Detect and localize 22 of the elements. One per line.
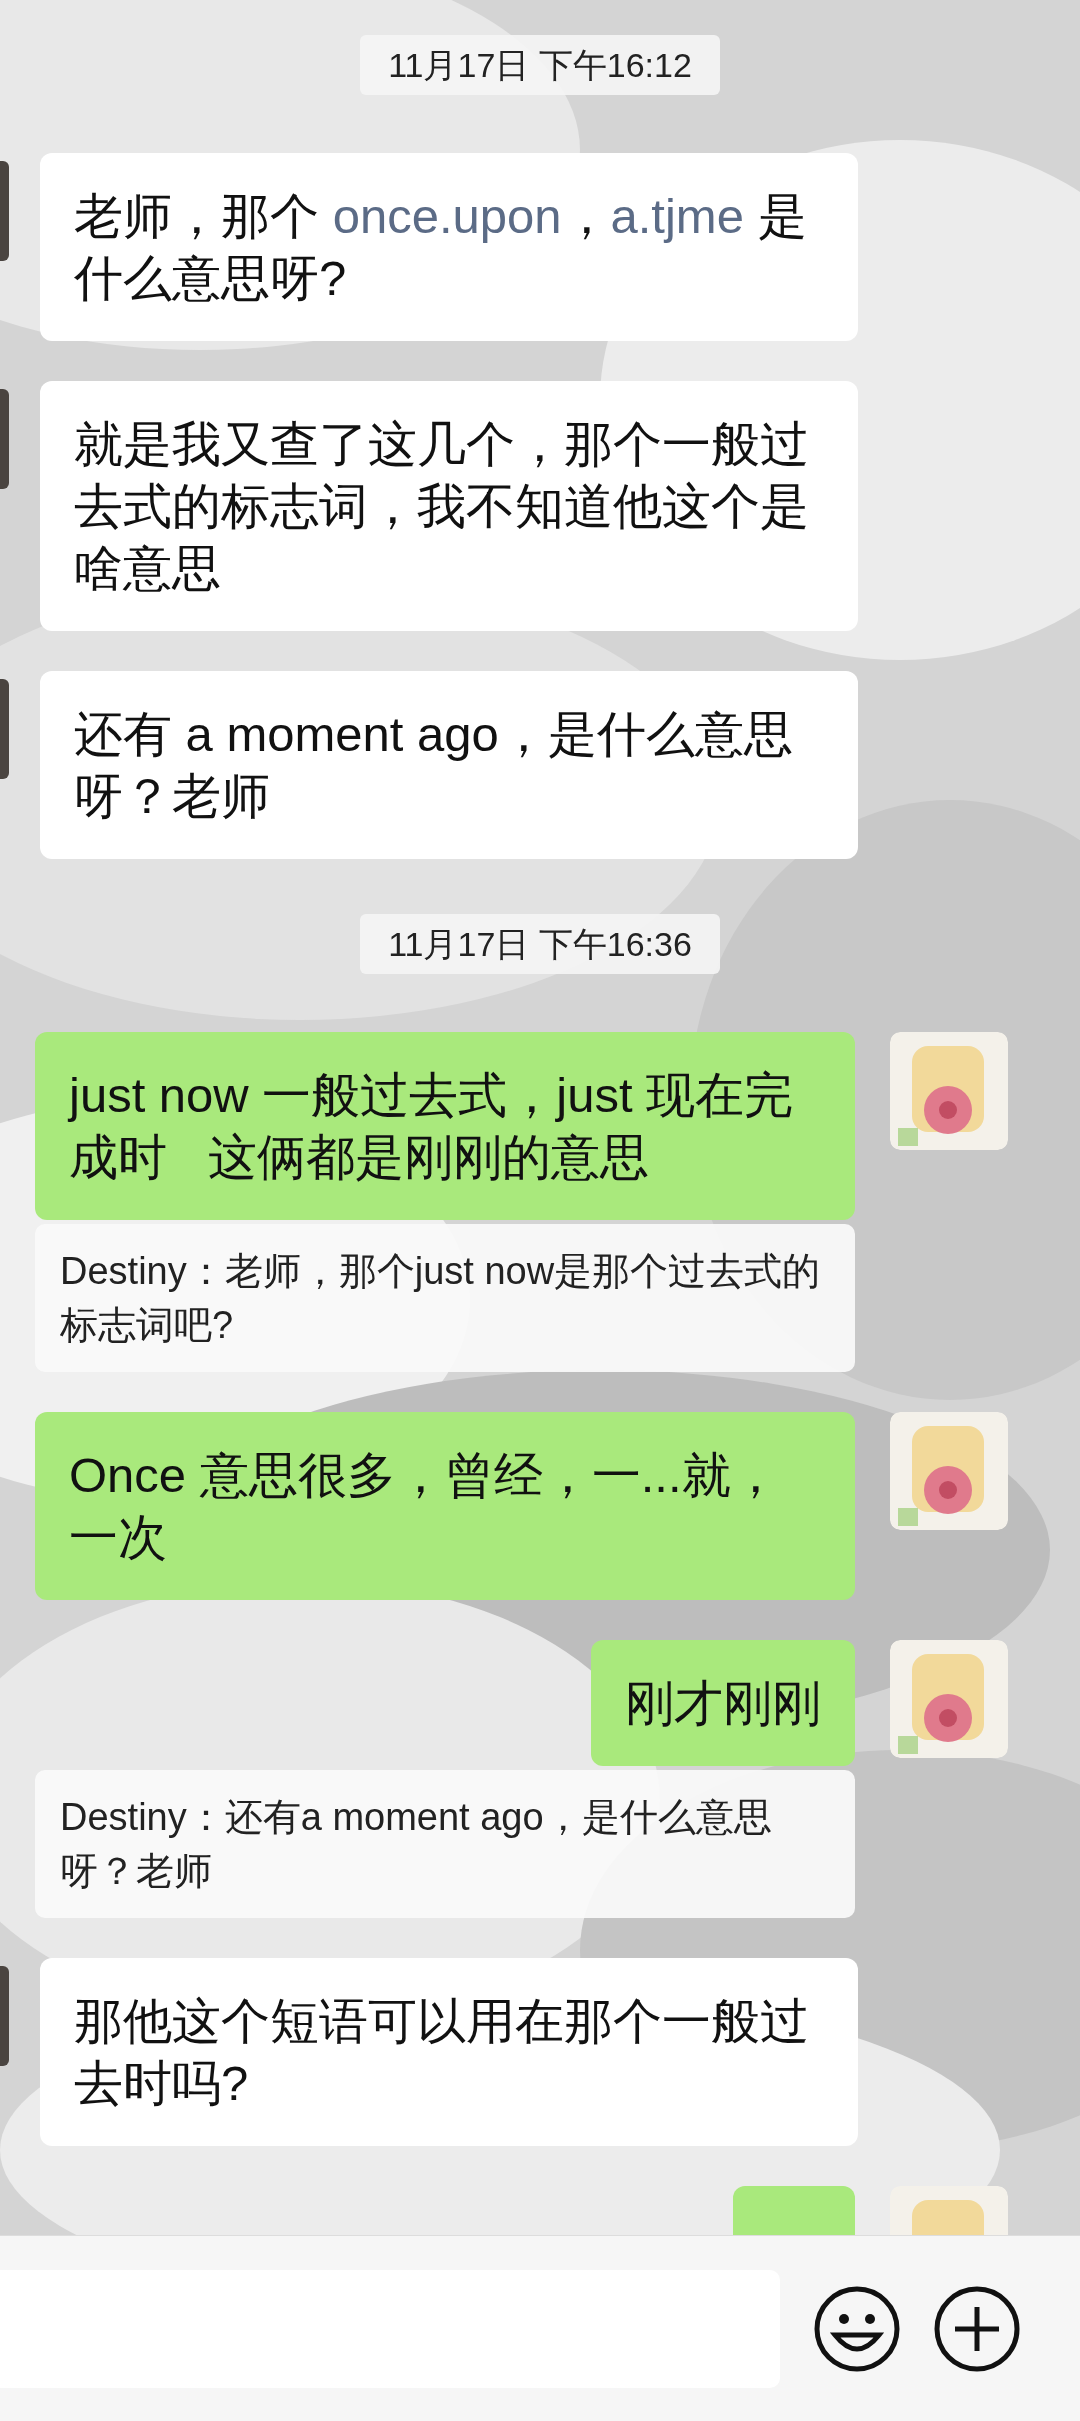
message-bubble: Once 意思很多，曾经，一...就，一次 — [35, 1412, 855, 1600]
avatar[interactable] — [0, 389, 9, 489]
avatar[interactable] — [0, 161, 9, 261]
avatar[interactable] — [890, 1640, 1008, 1758]
link[interactable]: a.tjme — [610, 189, 744, 243]
quoted-message: Destiny：还有a moment ago，是什么意思呀？老师 — [35, 1770, 855, 1918]
plus-icon[interactable] — [933, 2284, 1021, 2373]
message-bubble: 那他这个短语可以用在那个一般过去时吗? — [40, 1958, 858, 2146]
message-bubble: 就是我又查了这几个，那个一般过去式的标志词，我不知道他这个是啥意思 — [40, 381, 858, 631]
avatar[interactable] — [0, 1966, 9, 2066]
timestamp: 11月17日 下午16:36 — [360, 914, 720, 974]
avatar[interactable] — [890, 1032, 1008, 1150]
avatar[interactable] — [890, 1412, 1008, 1530]
emoji-icon[interactable] — [813, 2284, 901, 2373]
quoted-message: Destiny：老师，那个just now是那个过去式的标志词吧? — [35, 1224, 855, 1372]
link[interactable]: once.upon — [332, 189, 562, 243]
timestamp: 11月17日 下午16:12 — [360, 35, 720, 95]
message-bubble: 老师，那个 once.upon，a.tjme 是什么意思呀? — [40, 153, 858, 341]
message-bubble: 还有 a moment ago，是什么意思呀？老师 — [40, 671, 858, 859]
message-bubble: just now 一般过去式，just 现在完成时 这俩都是刚刚的意思 — [35, 1032, 855, 1220]
message-bubble: 刚才刚刚 — [591, 1640, 855, 1766]
avatar[interactable] — [0, 679, 9, 779]
